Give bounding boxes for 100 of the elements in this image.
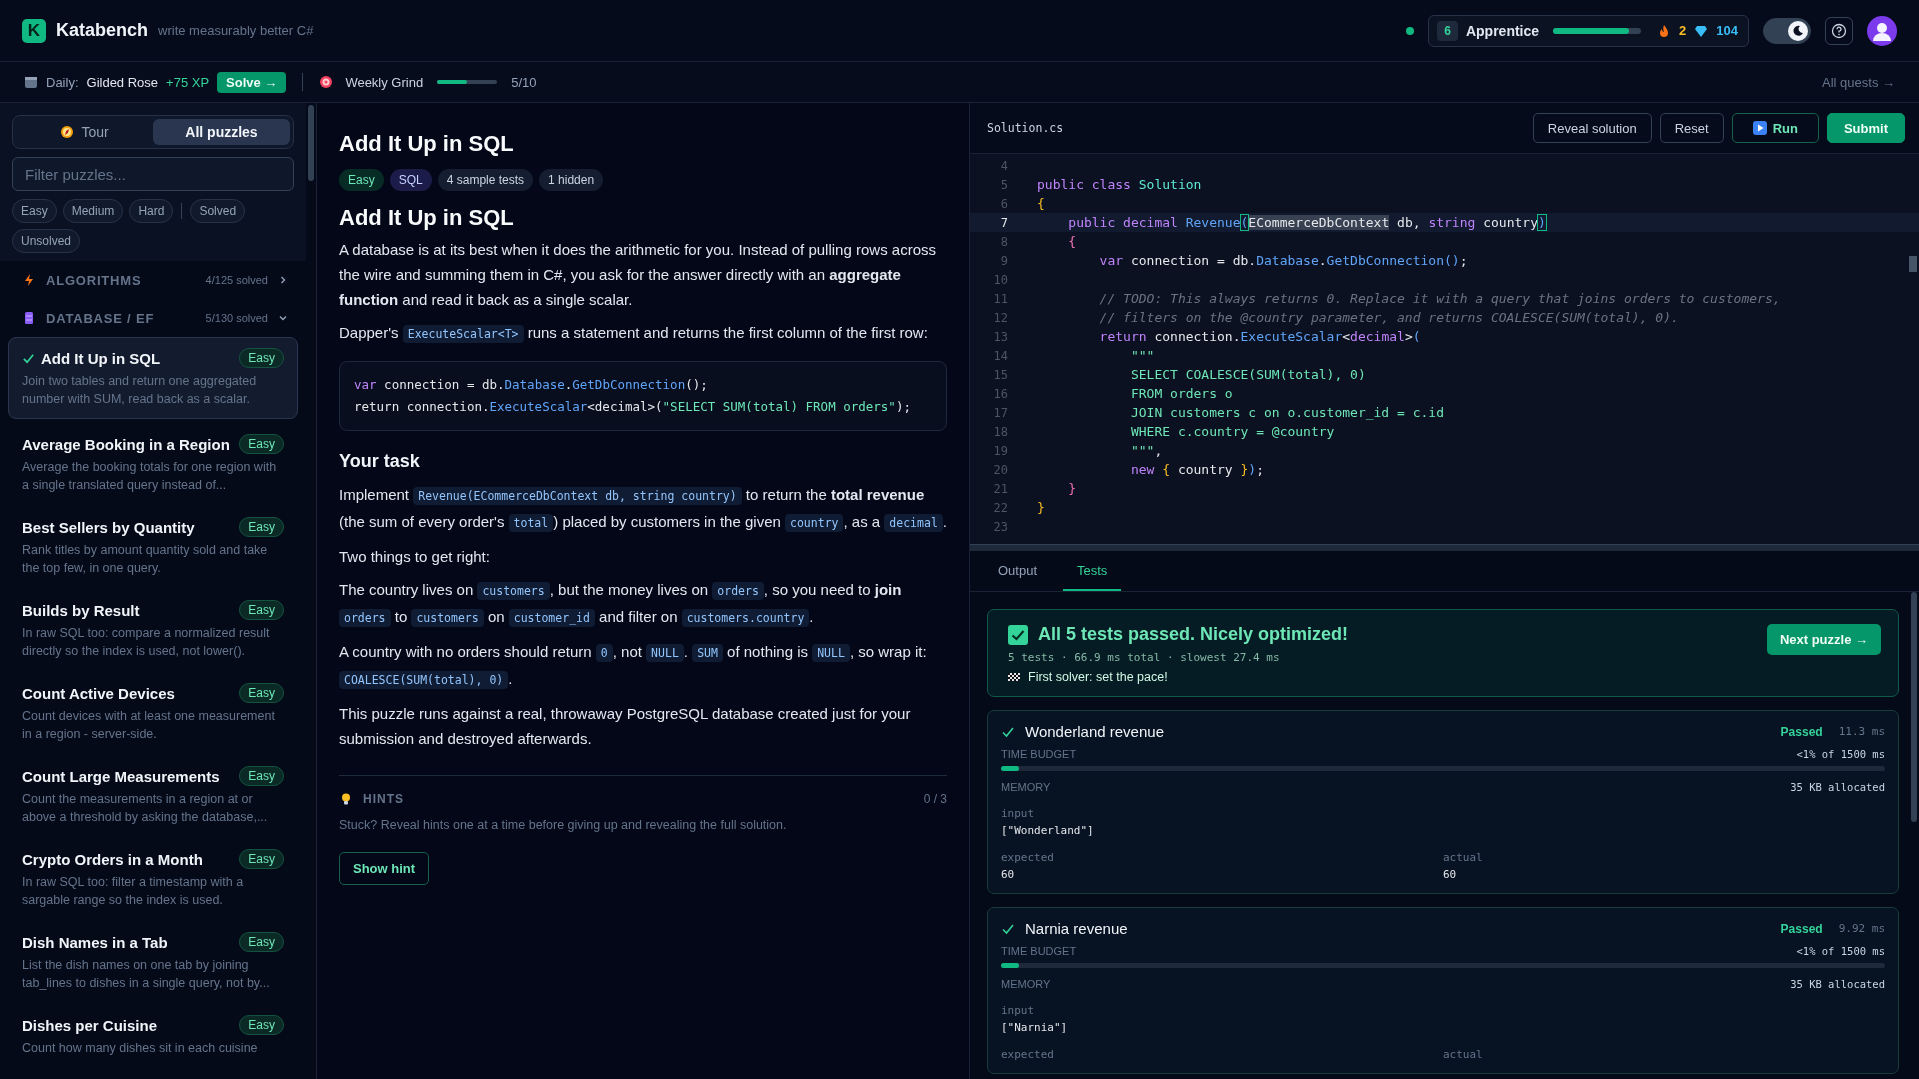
panel-tab[interactable]: Output <box>984 551 1052 591</box>
io-label: actual <box>1443 1048 1484 1061</box>
avatar[interactable] <box>1867 15 1897 46</box>
code-editor[interactable] <box>970 154 1919 544</box>
line-number: 19 <box>992 443 1009 458</box>
theme-toggle[interactable] <box>1763 17 1811 44</box>
editor-button[interactable]: Reset <box>1659 113 1724 143</box>
filter-field[interactable]: Filter puzzles... <box>12 157 294 191</box>
puzzle-item[interactable]: Builds by Result Easy In raw SQL too: compare a normalized result directly so the index is used, not lower(). <box>8 589 298 672</box>
line-number: 16 <box>992 386 1009 401</box>
puzzle-description: Count how many dishes sit in each cuisine <box>22 1040 259 1057</box>
xp-reward: +75 XP <box>166 74 210 90</box>
solved-count: 4/125 solved <box>205 274 268 286</box>
line-number: 4 <box>999 158 1009 173</box>
help-icon <box>1831 22 1847 39</box>
io-value: ["Narnia"] <box>1001 1021 1069 1034</box>
help-button[interactable] <box>1825 16 1853 45</box>
line-number: 11 <box>992 291 1009 306</box>
editor-button[interactable]: Submit <box>1826 113 1905 143</box>
puzzle-description: Rank titles by amount quantity sold and take the top few, in one query. <box>22 542 269 577</box>
code-line: { <box>1067 234 1077 249</box>
file-name[interactable]: Solution.cs <box>987 121 1064 135</box>
code-line: // filters on the @country parameter, and returns COALESCE(SUM(total), 0). <box>1098 310 1679 325</box>
gem-count: 104 <box>1716 23 1738 38</box>
code-line: { <box>1037 196 1045 211</box>
first-solver-note: First solver: set the pace! <box>1028 670 1168 684</box>
filter-chip[interactable]: Medium <box>62 199 124 223</box>
scrollbar[interactable] <box>1911 592 1917 822</box>
io-label: expected <box>1001 1048 1055 1061</box>
puzzle-description: Join two tables and return one aggregated number with SUM, read back as a scalar. <box>22 373 258 408</box>
filter-chip[interactable]: Solved <box>190 199 246 223</box>
metric-value: 35 KB allocated <box>1790 781 1885 793</box>
filter-chip[interactable]: Unsolved <box>12 229 81 253</box>
summary-stats: 5 tests · 66.9 ms total · slowest 27.4 ms <box>1008 651 1281 664</box>
metric-label: TIME BUDGET <box>1001 748 1077 760</box>
paragraph: Dapper's ExecuteScalar<T> runs a statement and returns the first column of the first row: <box>339 323 929 345</box>
puzzle-item[interactable]: Dishes per Cuisine Easy Count how many dishes sit in each cuisine <box>8 1004 298 1079</box>
view-tab[interactable]: All puzzles <box>153 119 290 145</box>
scrollbar[interactable] <box>1909 256 1917 272</box>
puzzle-item[interactable]: Crypto Orders in a Month Easy In raw SQL too: filter a timestamp with a sargable range so the index is used. <box>8 838 298 921</box>
puzzle-item[interactable]: Count Active Devices Easy Count devices with at least one measurement in a region - server-side. <box>8 672 298 755</box>
solved-count: 5/130 solved <box>205 312 268 324</box>
category-label[interactable]: ALGORITHMS <box>46 272 196 288</box>
logo-mark[interactable]: K <box>22 18 46 43</box>
editor-button[interactable]: Run <box>1731 113 1819 143</box>
line-number: 22 <box>992 500 1009 515</box>
puzzle-item[interactable]: Best Sellers by Quantity Easy Rank titles by amount quantity sold and take the top few, in one query. <box>8 506 298 589</box>
code-line: public class Solution <box>1037 177 1202 192</box>
puzzle-item[interactable]: Average Booking in a Region Easy Average the booking totals for one region with a single translated query instead of... <box>8 423 298 506</box>
next-puzzle-button[interactable]: Next puzzle → <box>1766 624 1881 655</box>
tag: 4 sample tests <box>437 169 534 191</box>
line-number: 13 <box>992 329 1009 344</box>
editor-button[interactable]: Reveal solution <box>1532 113 1652 143</box>
section-heading: Add It Up in SQL <box>339 205 515 231</box>
gem-icon <box>1694 23 1709 38</box>
difficulty-badge: Easy <box>239 932 284 952</box>
puzzle-title: Builds by Result <box>22 601 141 619</box>
puzzle-title: Count Active Devices <box>22 684 176 702</box>
line-number: 15 <box>992 367 1009 382</box>
show-hint-button[interactable]: Show hint <box>339 852 430 885</box>
io-label: input <box>1001 1004 1036 1017</box>
paragraph: A database is at its best when it does the arithmetic for you. Instead of pulling rows across the wire and summing them in C#, you ask for the answer directly with an aggregate function and read it back as a single scalar. <box>339 240 937 310</box>
checkered-flag-icon <box>1008 671 1020 683</box>
filter-chip[interactable]: Easy <box>12 199 57 223</box>
database-icon <box>22 311 36 325</box>
code-line: FROM orders o <box>1129 386 1233 401</box>
solve-button[interactable]: Solve → <box>217 71 287 93</box>
view-tab[interactable]: Tour <box>16 119 153 145</box>
daily-quest-name: Gilded Rose <box>86 74 159 90</box>
tagline: write measurably better C# <box>158 23 314 38</box>
line-number: 8 <box>999 234 1009 249</box>
code-line: new { country }); <box>1129 462 1264 477</box>
scrollbar[interactable] <box>308 105 314 181</box>
puzzle-description: List the dish names on one tab by joining tab_lines to dishes in a single query, not by... <box>22 957 271 992</box>
category-label[interactable]: DATABASE / EF <box>46 310 196 326</box>
io-value: ["Wonderland"] <box>1001 824 1095 837</box>
test-status: Passed <box>1780 724 1823 739</box>
all-quests-link[interactable]: All quests → <box>1822 74 1895 90</box>
puzzle-item[interactable]: Count Large Measurements Easy Count the measurements in a region at or above a threshold by asking the database,... <box>8 755 298 838</box>
difficulty-badge: Easy <box>239 683 284 703</box>
resize-handle[interactable] <box>970 544 1919 551</box>
line-number: 5 <box>999 177 1009 192</box>
puzzle-item[interactable]: Add It Up in SQL Easy Join two tables and return one aggregated number with SUM, read back as a scalar. <box>8 337 298 419</box>
difficulty-badge: Easy <box>239 849 284 869</box>
puzzle-description: In raw SQL too: compare a normalized result directly so the index is used, not lower(). <box>22 625 271 660</box>
chevron-icon[interactable] <box>278 313 288 323</box>
brand-name[interactable]: Katabench <box>56 20 149 41</box>
code-line: // TODO: This always returns 0. Replace it with a query that joins orders to customers, <box>1098 291 1781 306</box>
rank-label: Apprentice <box>1465 22 1540 39</box>
streak-count: 2 <box>1679 23 1687 38</box>
filter-chip[interactable]: Hard <box>129 199 174 223</box>
code-line: } <box>1067 481 1077 496</box>
code-line: JOIN customers c on o.customer_id = c.id <box>1129 405 1444 420</box>
puzzle-title: Average Booking in a Region <box>22 435 231 453</box>
level-panel[interactable]: 6 Apprentice 2 104 <box>1428 14 1749 47</box>
puzzle-description: In raw SQL too: filter a timestamp with a sargable range so the index is used. <box>22 874 245 909</box>
chevron-icon[interactable] <box>278 275 288 285</box>
puzzle-item[interactable]: Dish Names in a Tab Easy List the dish names on one tab by joining tab_lines to dishes in a single query, not by... <box>8 921 298 1004</box>
line-number: 12 <box>992 310 1009 325</box>
io-value: 60 <box>1443 868 1458 881</box>
